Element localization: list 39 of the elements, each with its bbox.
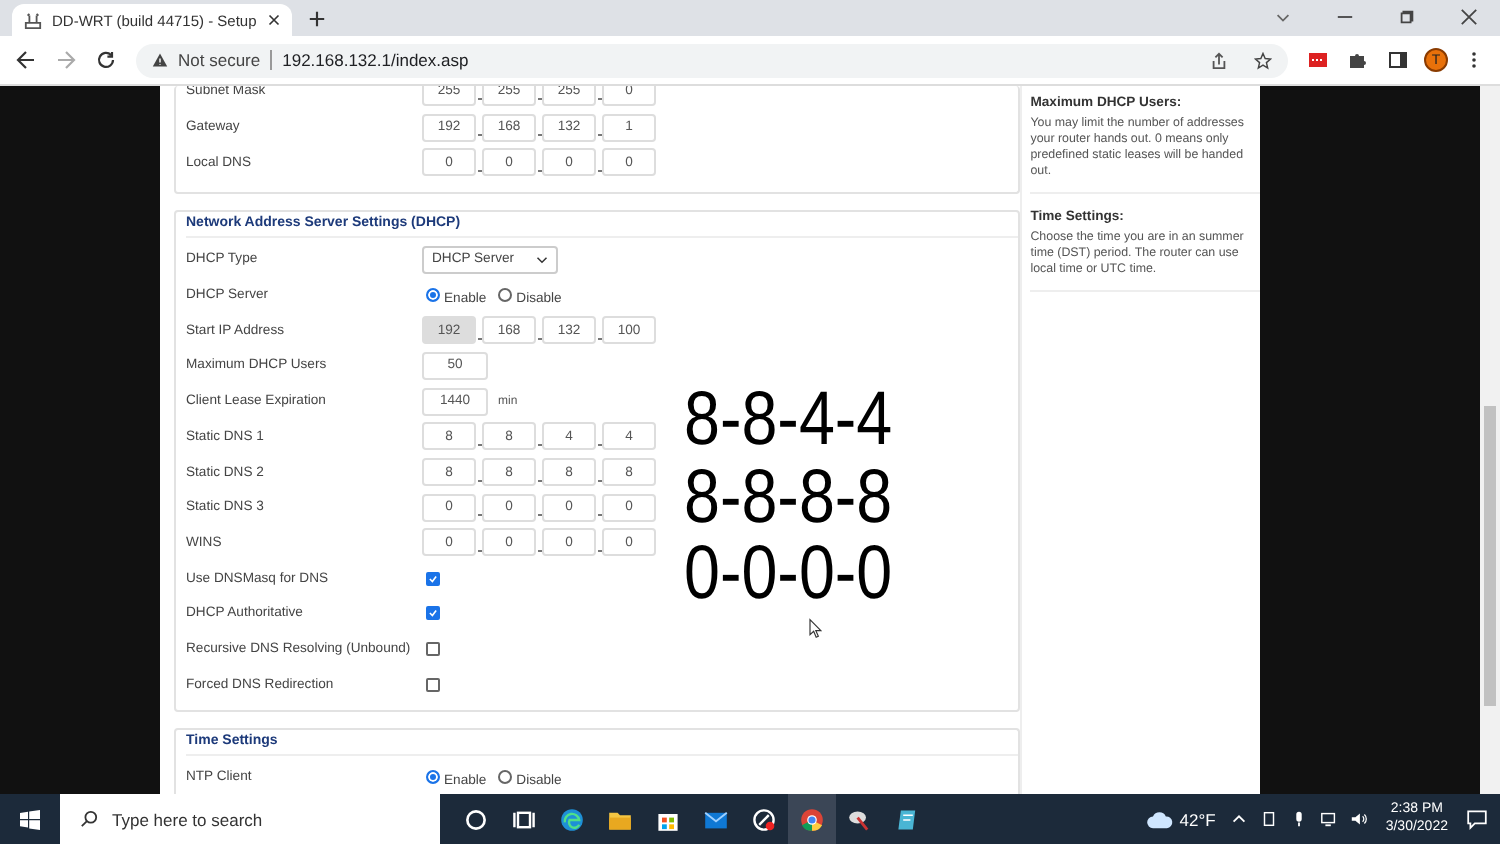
- device-icon[interactable]: [1259, 810, 1278, 828]
- security-label: Not secure: [178, 50, 261, 70]
- checkbox[interactable]: [426, 571, 440, 586]
- radio-button[interactable]: [426, 770, 440, 785]
- overlay-text: 8-8-8-8: [684, 459, 893, 536]
- reload-icon[interactable]: [92, 50, 120, 70]
- taskbar-search-field[interactable]: Type here to search: [60, 794, 440, 844]
- overlay-text: 8-8-4-4: [684, 382, 893, 459]
- speaker-icon[interactable]: [1349, 810, 1368, 828]
- chevron-up-icon[interactable]: [1229, 810, 1248, 828]
- close-icon: [1460, 8, 1478, 26]
- star-icon[interactable]: [1254, 51, 1272, 69]
- extension-icon[interactable]: [1304, 50, 1332, 70]
- radio-button[interactable]: [426, 288, 440, 303]
- puzzle-icon[interactable]: [1344, 50, 1372, 70]
- url-text: 192.168.132.1/index.asp: [282, 50, 469, 70]
- restore-icon: [1398, 8, 1416, 26]
- new-tab-icon: [308, 10, 326, 28]
- chevron-down-icon[interactable]: [536, 255, 548, 264]
- cloud-icon[interactable]: [1145, 809, 1174, 829]
- notification-icon[interactable]: [1466, 808, 1488, 830]
- network-icon[interactable]: [1319, 810, 1338, 828]
- scrollbar[interactable]: [1480, 86, 1500, 794]
- address-bar[interactable]: Not secure 192.168.132.1/index.asp: [136, 43, 1288, 77]
- sidebar-icon[interactable]: [1384, 50, 1412, 70]
- router-icon: [24, 11, 42, 29]
- checkbox[interactable]: [426, 641, 440, 656]
- overlay-text: 0-0-0-0: [684, 536, 893, 613]
- close-icon: [268, 14, 280, 26]
- warning-icon: [152, 52, 168, 68]
- search-icon: [80, 810, 98, 828]
- radio-button[interactable]: [498, 288, 513, 303]
- cursor-icon: [808, 618, 822, 638]
- temperature-label[interactable]: 42°F: [1179, 809, 1216, 829]
- share-icon[interactable]: [1210, 51, 1228, 69]
- checkbox[interactable]: [426, 677, 440, 692]
- checkbox[interactable]: [426, 606, 440, 621]
- radio-button[interactable]: [498, 770, 513, 785]
- back-arrow-icon[interactable]: [12, 50, 40, 70]
